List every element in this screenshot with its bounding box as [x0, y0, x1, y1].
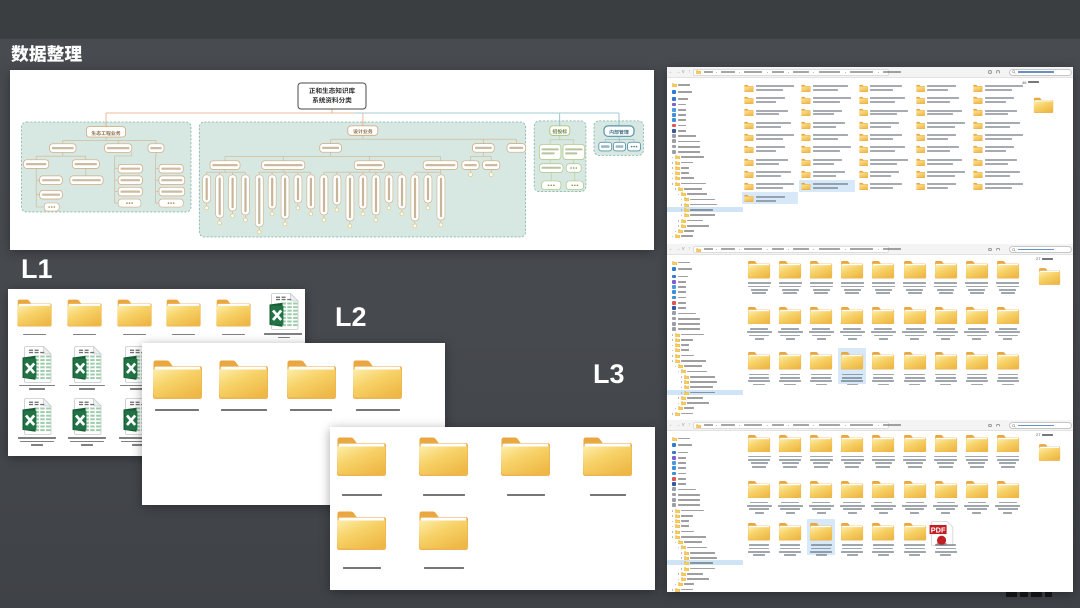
svg-text:PDF: PDF — [930, 525, 945, 534]
